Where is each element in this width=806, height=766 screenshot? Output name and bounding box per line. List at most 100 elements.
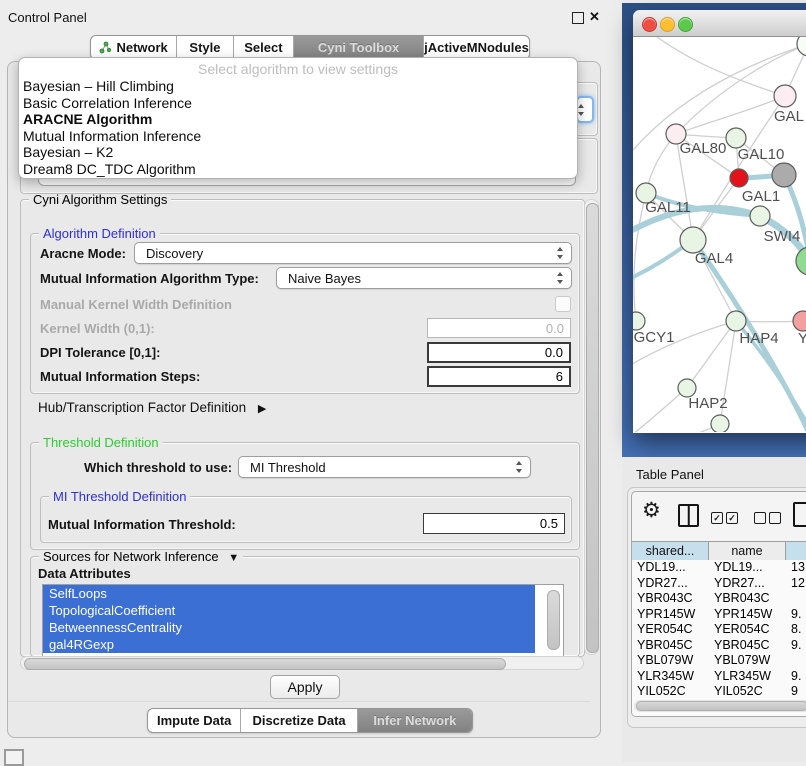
- attribute-item[interactable]: SelfLoops: [43, 585, 535, 602]
- checked-checkbox-icon[interactable]: ✓: [711, 512, 723, 524]
- checked-checkbox-icon[interactable]: ✓: [726, 512, 738, 524]
- table-hscrollbar-thumb[interactable]: [636, 701, 806, 711]
- tab-cyni-toolbox[interactable]: Cyni Toolbox: [294, 36, 424, 59]
- columns-icon[interactable]: [678, 504, 699, 527]
- settings-hscrollbar-thumb[interactable]: [24, 658, 506, 670]
- close-traffic-light-icon[interactable]: [642, 17, 657, 32]
- close-icon[interactable]: ✕: [589, 9, 600, 25]
- hub-definition-expander[interactable]: Hub/Transcription Factor Definition ▶: [38, 400, 266, 415]
- network-node-gcy1[interactable]: [633, 312, 645, 330]
- table-row[interactable]: YDR27...YDR27...12: [632, 576, 806, 592]
- network-edge[interactable]: [633, 388, 687, 432]
- tab-select[interactable]: Select: [234, 36, 294, 59]
- manual-kernel-width-checkbox[interactable]: [555, 296, 571, 312]
- algorithm-option[interactable]: Mutual Information Inference: [19, 128, 577, 145]
- control-panel-titlebar: Control Panel ✕: [0, 0, 620, 32]
- network-edge[interactable]: [649, 37, 785, 96]
- network-node-gal[interactable]: [774, 85, 796, 107]
- tab-jactivemnodules[interactable]: jActiveMNodules: [424, 36, 529, 59]
- threshold-definition-title: Threshold Definition: [39, 436, 163, 450]
- table-row[interactable]: YIL052CYIL052C9: [632, 684, 806, 700]
- tab-discretize-data[interactable]: Discretize Data: [241, 709, 357, 732]
- expand-down-icon: ▼: [228, 552, 239, 564]
- tab-label: Network: [116, 40, 167, 55]
- kernel-width-field[interactable]: 0.0: [427, 318, 571, 338]
- float-window-icon[interactable]: [572, 12, 584, 24]
- network-node[interactable]: [772, 163, 796, 187]
- network-edge[interactable]: [633, 424, 720, 432]
- network-node[interactable]: [711, 415, 729, 432]
- network-window-titlebar[interactable]: [633, 10, 806, 37]
- mi-steps-field[interactable]: 6: [427, 366, 571, 387]
- mi-threshold-field[interactable]: 0.5: [423, 513, 565, 534]
- algorithm-option[interactable]: Bayesian – Hill Climbing: [19, 78, 577, 95]
- gear-icon[interactable]: ⚙: [642, 500, 661, 521]
- settings-vscrollbar-thumb[interactable]: [586, 203, 599, 653]
- table-row[interactable]: YPR145WYPR145W9.: [632, 607, 806, 623]
- network-edge[interactable]: [676, 96, 785, 134]
- column-header[interactable]: [786, 542, 806, 560]
- network-node-hap4[interactable]: [726, 311, 746, 331]
- node-label: GAL1: [742, 188, 780, 205]
- minimize-traffic-light-icon[interactable]: [660, 17, 675, 32]
- network-desktop: GALGAL80GAL10GAL1GAL11SWI4GAL4GCY1HAP4YH…: [622, 3, 806, 457]
- network-edge[interactable]: [634, 193, 646, 321]
- table-row[interactable]: YER054CYER054C8.: [632, 622, 806, 638]
- algorithm-option[interactable]: Dream8 DC_TDC Algorithm: [19, 161, 577, 178]
- table-cell: YBR045C: [709, 638, 786, 654]
- dpi-tolerance-value: 0.0: [545, 345, 563, 360]
- tab-network[interactable]: Network: [91, 36, 177, 59]
- dpi-tolerance-field[interactable]: 0.0: [427, 342, 571, 363]
- table-row[interactable]: YLR345WYLR345W9.: [632, 669, 806, 685]
- network-icon: [99, 41, 112, 54]
- settings-hscrollbar-track[interactable]: [20, 656, 584, 670]
- unchecked-checkbox-icon[interactable]: [769, 512, 781, 524]
- aracne-mode-combo[interactable]: Discovery: [134, 242, 572, 264]
- network-node[interactable]: [797, 37, 806, 56]
- algorithm-option[interactable]: ARACNE Algorithm: [19, 111, 577, 128]
- attribute-item[interactable]: TopologicalCoefficient: [43, 602, 535, 619]
- mi-algorithm-type-combo[interactable]: Naive Bayes: [276, 267, 572, 289]
- which-threshold-combo[interactable]: MI Threshold: [238, 456, 531, 478]
- tab-infer-network[interactable]: Infer Network: [358, 709, 472, 732]
- column-header[interactable]: shared...: [632, 542, 709, 560]
- table-row[interactable]: YBR043CYBR043C: [632, 591, 806, 607]
- network-window[interactable]: GALGAL80GAL10GAL1GAL11SWI4GAL4GCY1HAP4YH…: [633, 10, 806, 433]
- unchecked-checkbox-icon[interactable]: [754, 512, 766, 524]
- network-node-swi4[interactable]: [750, 206, 770, 226]
- data-attributes-list[interactable]: SelfLoopsTopologicalCoefficientBetweenne…: [42, 584, 564, 657]
- node-label: HAP2: [688, 395, 727, 412]
- settings-vscrollbar-track[interactable]: [584, 199, 599, 655]
- mi-steps-value: 6: [556, 369, 563, 384]
- mi-algorithm-type-label: Mutual Information Algorithm Type:: [40, 271, 259, 286]
- sources-group-title[interactable]: Sources for Network Inference ▼: [39, 550, 243, 565]
- which-threshold-value: MI Threshold: [250, 460, 326, 475]
- apply-button[interactable]: Apply: [270, 675, 340, 699]
- network-node-gal1[interactable]: [730, 169, 748, 187]
- zoom-traffic-light-icon[interactable]: [678, 17, 693, 32]
- docked-panel-icon[interactable]: [4, 749, 24, 766]
- table-row[interactable]: YDL19...YDL19...13: [632, 560, 806, 576]
- column-header[interactable]: name: [709, 542, 786, 560]
- network-node[interactable]: [796, 247, 806, 275]
- network-edge[interactable]: [687, 321, 736, 388]
- tab-style[interactable]: Style: [177, 36, 233, 59]
- network-canvas[interactable]: GALGAL80GAL10GAL1GAL11SWI4GAL4GCY1HAP4YH…: [633, 37, 806, 432]
- table-cell: YDL19...: [632, 560, 709, 576]
- kernel-width-value: 0.0: [546, 321, 564, 336]
- attribute-item[interactable]: gal4RGexp: [43, 636, 535, 653]
- table-row[interactable]: YBL079WYBL079W: [632, 653, 806, 669]
- algorithm-option[interactable]: Bayesian – K2: [19, 144, 577, 161]
- network-canvas-svg: GALGAL80GAL10GAL1GAL11SWI4GAL4GCY1HAP4YH…: [633, 37, 806, 432]
- attributes-scrollbar-thumb[interactable]: [547, 590, 560, 650]
- network-node-y[interactable]: [793, 311, 806, 331]
- algorithm-option[interactable]: Basic Correlation Inference: [19, 95, 577, 112]
- table-row[interactable]: YBR045CYBR045C9.: [632, 638, 806, 654]
- algorithm-combo-spinner[interactable]: [576, 96, 594, 123]
- document-icon[interactable]: [793, 502, 806, 527]
- tab-impute-data[interactable]: Impute Data: [148, 709, 241, 732]
- table-hscrollbar-track[interactable]: [634, 700, 806, 712]
- network-node-gal10[interactable]: [726, 128, 746, 148]
- table-cell: YIL052C: [632, 684, 709, 700]
- attribute-item[interactable]: BetweennessCentrality: [43, 619, 535, 636]
